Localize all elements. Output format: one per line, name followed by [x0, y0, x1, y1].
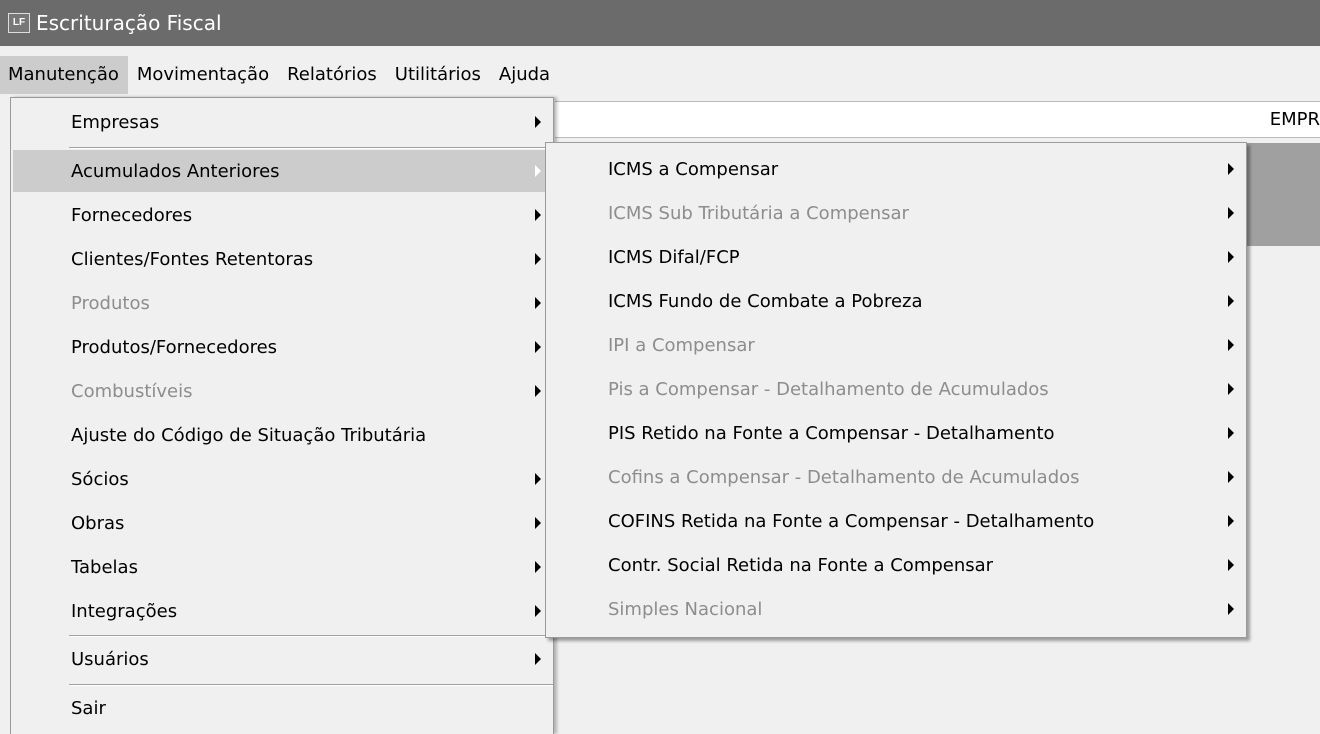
- menu-item-label: Produtos: [71, 292, 150, 314]
- submenu-item-icms-fundo-pobreza[interactable]: ICMS Fundo de Combate a Pobreza: [548, 280, 1244, 322]
- menu-item-label: Empresas: [71, 111, 160, 133]
- submenu-arrow-icon: [535, 653, 541, 665]
- submenu-arrow-icon: [535, 165, 541, 177]
- submenu-item-ipi-compensar[interactable]: IPI a Compensar: [548, 324, 1244, 366]
- submenu-arrow-icon: [535, 253, 541, 265]
- menu-bar: Manutenção Movimentação Relatórios Utili…: [0, 56, 1320, 94]
- menu-item-sair[interactable]: Sair: [13, 687, 551, 729]
- window-title: Escrituração Fiscal: [36, 11, 222, 35]
- menu-item-label: PIS Retido na Fonte a Compensar - Detalh…: [608, 422, 1055, 444]
- menu-item-label: Tabelas: [71, 556, 138, 578]
- submenu-arrow-icon: [1228, 207, 1234, 219]
- menu-item-socios[interactable]: Sócios: [13, 458, 551, 500]
- menu-item-label: Simples Nacional: [608, 598, 763, 620]
- submenu-item-icms-difal[interactable]: ICMS Difal/FCP: [548, 236, 1244, 278]
- menu-utilitarios[interactable]: Utilitários: [386, 56, 490, 94]
- menu-item-clientes-fontes[interactable]: Clientes/Fontes Retentoras: [13, 238, 551, 280]
- submenu-arrow-icon: [535, 517, 541, 529]
- submenu-arrow-icon: [1228, 471, 1234, 483]
- menu-item-label: Combustíveis: [71, 380, 193, 402]
- submenu-arrow-icon: [1228, 383, 1234, 395]
- submenu-arrow-icon: [535, 385, 541, 397]
- company-header-strip: EMPR: [555, 101, 1320, 138]
- menu-item-label: Sair: [71, 697, 106, 719]
- submenu-arrow-icon: [535, 561, 541, 573]
- menu-item-usuarios[interactable]: Usuários: [13, 638, 551, 680]
- submenu-item-icms-compensar[interactable]: ICMS a Compensar: [548, 148, 1244, 190]
- submenu-arrow-icon: [1228, 251, 1234, 263]
- menu-separator: [69, 635, 553, 637]
- menu-item-tabelas[interactable]: Tabelas: [13, 546, 551, 588]
- submenu-arrow-icon: [1228, 427, 1234, 439]
- menu-item-label: ICMS a Compensar: [608, 158, 779, 180]
- menu-item-label: Fornecedores: [71, 204, 193, 226]
- submenu-arrow-icon: [535, 605, 541, 617]
- menu-manutencao[interactable]: Manutenção: [0, 56, 128, 94]
- menu-item-produtos-fornecedores[interactable]: Produtos/Fornecedores: [13, 326, 551, 368]
- menu-item-label: Clientes/Fontes Retentoras: [71, 248, 314, 270]
- menu-item-label: Obras: [71, 512, 125, 534]
- title-bar: LF Escrituração Fiscal: [0, 0, 1320, 46]
- acumulados-anteriores-submenu: ICMS a Compensar ICMS Sub Tributária a C…: [545, 142, 1247, 638]
- menu-item-label: COFINS Retida na Fonte a Compensar - Det…: [608, 510, 1095, 532]
- menu-item-fornecedores[interactable]: Fornecedores: [13, 194, 551, 236]
- submenu-arrow-icon: [535, 116, 541, 128]
- background-panel: [1245, 143, 1320, 246]
- submenu-item-pis-compensar[interactable]: Pis a Compensar - Detalhamento de Acumul…: [548, 368, 1244, 410]
- menu-relatorios[interactable]: Relatórios: [278, 56, 386, 94]
- submenu-arrow-icon: [535, 209, 541, 221]
- app-icon: LF: [8, 13, 30, 33]
- menu-item-label: Sócios: [71, 468, 129, 490]
- menu-separator: [69, 684, 553, 686]
- menu-item-label: Cofins a Compensar - Detalhamento de Acu…: [608, 466, 1080, 488]
- menu-item-label: ICMS Sub Tributária a Compensar: [608, 202, 909, 224]
- submenu-arrow-icon: [1228, 603, 1234, 615]
- submenu-arrow-icon: [1228, 163, 1234, 175]
- submenu-item-cofins-retida[interactable]: COFINS Retida na Fonte a Compensar - Det…: [548, 500, 1244, 542]
- menu-item-label: IPI a Compensar: [608, 334, 755, 356]
- menu-item-integracoes[interactable]: Integrações: [13, 590, 551, 632]
- submenu-item-cofins-compensar[interactable]: Cofins a Compensar - Detalhamento de Acu…: [548, 456, 1244, 498]
- menu-item-label: Contr. Social Retida na Fonte a Compensa…: [608, 554, 994, 576]
- menu-item-label: Usuários: [71, 648, 149, 670]
- submenu-arrow-icon: [535, 473, 541, 485]
- submenu-arrow-icon: [1228, 295, 1234, 307]
- menu-item-obras[interactable]: Obras: [13, 502, 551, 544]
- manutencao-dropdown: Empresas Acumulados Anteriores Fornecedo…: [10, 97, 554, 734]
- menu-item-ajuste-cst[interactable]: Ajuste do Código de Situação Tributária: [13, 414, 551, 456]
- menu-item-combustiveis[interactable]: Combustíveis: [13, 370, 551, 412]
- menu-item-label: ICMS Difal/FCP: [608, 246, 740, 268]
- submenu-arrow-icon: [535, 341, 541, 353]
- empresa-label: EMPR: [1269, 109, 1320, 130]
- submenu-arrow-icon: [1228, 515, 1234, 527]
- submenu-item-simples-nacional[interactable]: Simples Nacional: [548, 588, 1244, 630]
- menu-ajuda[interactable]: Ajuda: [490, 56, 559, 94]
- menu-item-empresas[interactable]: Empresas: [13, 101, 551, 143]
- menu-separator: [69, 147, 553, 149]
- menu-item-produtos[interactable]: Produtos: [13, 282, 551, 324]
- menu-item-label: Integrações: [71, 600, 178, 622]
- submenu-item-contr-social-retida[interactable]: Contr. Social Retida na Fonte a Compensa…: [548, 544, 1244, 586]
- menu-item-acumulados-anteriores[interactable]: Acumulados Anteriores: [13, 150, 551, 192]
- submenu-item-icms-sub-tributaria[interactable]: ICMS Sub Tributária a Compensar: [548, 192, 1244, 234]
- submenu-arrow-icon: [535, 297, 541, 309]
- submenu-item-pis-retido[interactable]: PIS Retido na Fonte a Compensar - Detalh…: [548, 412, 1244, 454]
- menu-item-label: ICMS Fundo de Combate a Pobreza: [608, 290, 923, 312]
- menu-item-label: Ajuste do Código de Situação Tributária: [71, 424, 427, 446]
- submenu-arrow-icon: [1228, 559, 1234, 571]
- menu-item-label: Acumulados Anteriores: [71, 160, 280, 182]
- menu-item-label: Pis a Compensar - Detalhamento de Acumul…: [608, 378, 1049, 400]
- menu-item-label: Produtos/Fornecedores: [71, 336, 278, 358]
- submenu-arrow-icon: [1228, 339, 1234, 351]
- menu-movimentacao[interactable]: Movimentação: [128, 56, 278, 94]
